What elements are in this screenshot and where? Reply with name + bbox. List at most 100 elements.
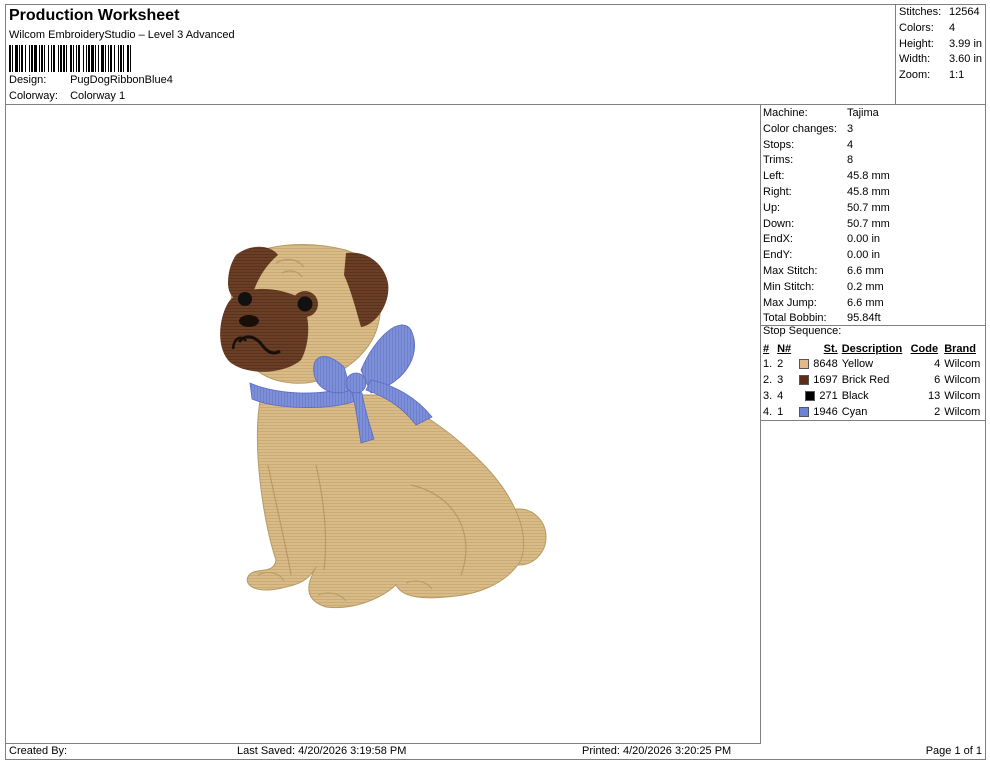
stop-cell-code: 6: [909, 372, 943, 388]
machine-info-row: Stops: 4: [763, 139, 853, 151]
stop-cell-text: Yellow: [841, 358, 874, 370]
machine-info-value: 6.6 mm: [847, 265, 884, 277]
machine-info-row: Up: 50.7 mm: [763, 202, 890, 214]
stop-sequence-title: Stop Sequence:: [763, 325, 842, 337]
table-row: 3. 4 271 Black 13 Wilcom: [761, 388, 985, 404]
barcode-bar: [131, 45, 133, 72]
machine-info-value: 0.00 in: [847, 233, 881, 246]
stat-value: 12564: [949, 6, 980, 18]
design-stats: Stitches: 12564 Colors: 4 Height: 3.99 in W…: [896, 5, 985, 105]
stop-cell-text: 2: [777, 358, 784, 370]
machine-info-label: Color changes:: [763, 122, 837, 135]
stop-cell-text: 13: [927, 390, 941, 402]
stop-cell-st: 271: [794, 388, 839, 404]
col-header-needle: N#: [777, 342, 792, 355]
machine-info-value: 6.6 mm: [847, 296, 884, 309]
stop-cell-desc: Yellow: [840, 356, 909, 372]
machine-info-value: 0.2 mm: [847, 280, 884, 293]
stat-value: 3.60 in: [949, 53, 983, 65]
machine-info-label: Machine:: [763, 107, 808, 119]
machine-info-label: EndY:: [763, 249, 793, 262]
worksheet-header: Production Worksheet Wilcom EmbroiderySt…: [6, 5, 896, 105]
stop-cell-text: 271: [819, 390, 838, 402]
stat-value: 3.99 in: [949, 38, 983, 50]
machine-info-row: EndX: 0.00 in: [763, 233, 880, 245]
pug-embroidery-image: [220, 244, 547, 609]
stop-cell-desc: Cyan: [840, 404, 909, 420]
col-header-description: Description: [841, 342, 903, 355]
stop-cell-brand: Wilcom: [942, 388, 985, 404]
stop-cell-code: 4: [909, 356, 943, 372]
stop-cell-text: Wilcom: [944, 358, 981, 370]
stop-cell-desc: Black: [840, 388, 909, 404]
machine-info-panel: Machine: Tajima Color changes: 3 Stops: 4 Trim…: [761, 105, 985, 744]
machine-info-row: Min Stitch: 0.2 mm: [763, 281, 884, 293]
machine-info-value: 8: [847, 154, 854, 167]
table-row: 2. 3 1697 Brick Red 6 Wilcom: [761, 372, 985, 388]
worksheet-footer: Created By: Last Saved: 4/20/2026 3:19:5…: [6, 744, 985, 759]
stop-cell-text: 8648: [813, 358, 838, 370]
machine-info-row: Max Jump: 6.6 mm: [763, 297, 884, 309]
stat-label: Stitches:: [899, 6, 942, 18]
machine-info-row: Down: 50.7 mm: [763, 218, 890, 230]
color-swatch: [799, 375, 810, 386]
page-number: Page 1 of 1: [925, 745, 982, 757]
page-title: Production Worksheet: [9, 7, 180, 24]
stop-cell-text: Brick Red: [841, 374, 890, 386]
stop-cell-text: 2: [934, 406, 941, 418]
stop-sequence-table: # N# St. Description Code Brand 1. 2 8648 Y…: [761, 341, 985, 420]
stop-cell-text: 1946: [813, 406, 838, 418]
stop-cell-text: 1: [777, 406, 784, 418]
colorway-row: Colorway: Colorway 1: [9, 90, 125, 102]
stop-cell-code: 13: [909, 388, 943, 404]
stop-cell-text: 2.: [763, 374, 773, 386]
stop-cell-text: 4.: [763, 406, 773, 418]
machine-info-label: Left:: [763, 170, 785, 183]
machine-info-row: Left: 45.8 mm: [763, 170, 890, 182]
stop-cell-desc: Brick Red: [840, 372, 909, 388]
stop-cell-n: 3: [775, 372, 794, 388]
printed-date: Printed: 4/20/2026 3:20:25 PM: [582, 745, 732, 757]
machine-info-label: Stops:: [763, 138, 795, 151]
design-value: PugDogRibbonBlue4: [70, 74, 173, 86]
software-name: Wilcom EmbroideryStudio – Level 3 Advanc…: [9, 29, 235, 41]
machine-info-row: Total Bobbin: 95.84ft: [763, 312, 881, 324]
colorway-label: Colorway:: [9, 90, 58, 102]
stop-cell-brand: Wilcom: [942, 404, 985, 420]
col-header-stitches: St.: [823, 342, 838, 355]
created-by: Created By:: [9, 745, 68, 757]
stop-cell-text: 6: [934, 374, 941, 386]
machine-info-value: 95.84ft: [847, 312, 881, 325]
stop-cell-n: 2: [775, 356, 794, 372]
machine-info-row: Color changes: 3: [763, 123, 853, 135]
stop-cell-idx: 4.: [761, 404, 775, 420]
design-label: Design:: [9, 74, 47, 86]
stop-cell-text: Black: [841, 390, 869, 402]
machine-info-value: Tajima: [847, 107, 879, 119]
machine-info-value: 0.00 in: [847, 249, 881, 262]
machine-info-value: 45.8 mm: [847, 170, 890, 183]
stop-cell-text: Wilcom: [944, 374, 981, 386]
machine-info-label: EndX:: [763, 233, 793, 246]
stop-cell-n: 1: [775, 404, 794, 420]
machine-info-value: 4: [847, 138, 854, 151]
stop-cell-text: 3: [777, 374, 784, 386]
stat-label: Height:: [899, 38, 934, 50]
stop-cell-code: 2: [909, 404, 943, 420]
stat-height: Height: 3.99 in: [899, 38, 982, 50]
machine-info-row: Max Stitch: 6.6 mm: [763, 265, 884, 277]
machine-info-label: Down:: [763, 217, 795, 230]
table-header-row: # N# St. Description Code Brand: [761, 341, 985, 356]
worksheet: Production Worksheet Wilcom EmbroiderySt…: [5, 4, 986, 760]
barcode: [9, 45, 246, 72]
machine-info-label: Trims:: [763, 154, 794, 167]
machine-info-label: Max Stitch:: [763, 265, 818, 277]
col-header-code: Code: [910, 342, 939, 355]
stat-stitches: Stitches: 12564: [899, 6, 980, 18]
stop-cell-text: Cyan: [841, 406, 868, 418]
color-swatch: [799, 359, 810, 370]
stop-cell-text: 1697: [813, 374, 838, 386]
machine-info-label: Total Bobbin:: [763, 312, 827, 325]
table-row: 1. 2 8648 Yellow 4 Wilcom: [761, 356, 985, 372]
color-swatch: [805, 391, 816, 402]
